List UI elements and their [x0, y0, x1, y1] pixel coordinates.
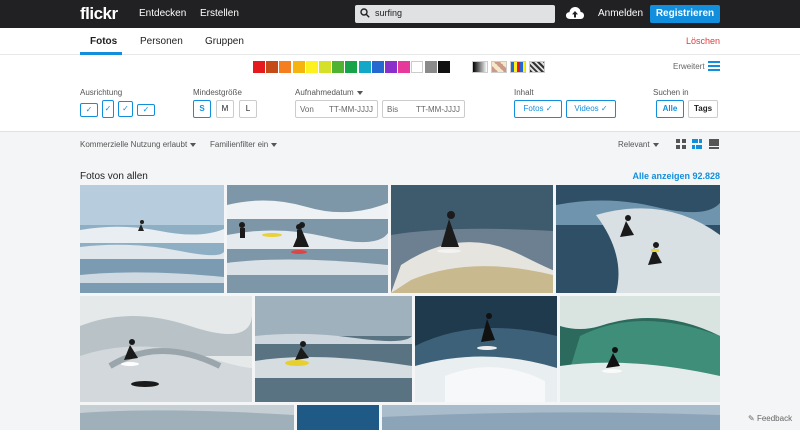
color-swatch[interactable] [385, 61, 397, 73]
sort-label: Relevant [618, 140, 650, 149]
bw-pattern-swatch[interactable] [472, 61, 488, 73]
min-size-label: Mindestgröße [193, 88, 242, 97]
photo-surfer-10[interactable] [297, 405, 379, 430]
pattern-swatch[interactable] [529, 61, 545, 73]
photo-surfer-8[interactable] [560, 296, 720, 402]
color-swatch[interactable] [292, 61, 305, 73]
orientation-panorama[interactable]: ✓ [137, 104, 155, 116]
date-to-label: Bis [387, 105, 399, 114]
color-swatch[interactable] [371, 61, 384, 73]
orientation-landscape[interactable]: ✓ [80, 103, 98, 117]
chevron-down-icon [271, 142, 278, 147]
color-swatch[interactable] [253, 61, 265, 73]
color-swatch[interactable] [437, 61, 450, 73]
content-videos-label: Videos [574, 104, 599, 113]
date-from-label: Von [300, 105, 314, 114]
orientation-square[interactable]: ✓ [118, 101, 133, 117]
orientation-label: Ausrichtung [80, 88, 123, 97]
chevron-down-icon [356, 90, 363, 95]
color-swatch[interactable] [279, 61, 292, 73]
photo-surfer-9[interactable] [80, 405, 294, 430]
color-swatch[interactable] [358, 61, 371, 73]
search-in-tags[interactable]: Tags [688, 100, 718, 118]
date-from-placeholder: TT-MM-JJJJ [329, 105, 373, 114]
family-filter[interactable]: Familienfilter ein [210, 140, 278, 149]
flickr-logo[interactable]: flickr [80, 4, 118, 24]
filter-panel: Fotos Personen Gruppen Löschen Erweitert… [0, 28, 800, 132]
nav-create[interactable]: Erstellen [200, 8, 239, 19]
photo-surfer-6[interactable] [255, 296, 412, 402]
photo-surfer-1[interactable] [80, 185, 224, 293]
photo-surfer-7[interactable] [415, 296, 557, 402]
detail-view-icon[interactable] [709, 139, 719, 149]
grid-view-icon[interactable] [676, 139, 686, 149]
size-large[interactable]: L [239, 100, 257, 118]
active-tab-indicator [80, 52, 122, 55]
date-label[interactable]: Aufnahmedatum [295, 88, 363, 97]
content-photos-toggle[interactable]: Fotos ✓ [514, 100, 562, 118]
photo-surfer-5[interactable] [80, 296, 252, 402]
date-label-text: Aufnahmedatum [295, 88, 354, 97]
color-swatch[interactable] [332, 61, 345, 73]
chevron-down-icon [652, 142, 659, 147]
tab-people[interactable]: Personen [140, 36, 183, 47]
top-bar: flickr Entdecken Erstellen surfing Anmel… [0, 0, 800, 28]
color-swatch[interactable] [411, 61, 424, 73]
shallow-dof-swatch[interactable] [491, 61, 507, 73]
search-input[interactable]: surfing [355, 5, 555, 23]
photo-surfer-11[interactable] [382, 405, 720, 430]
search-tabs: Fotos Personen Gruppen Löschen [0, 28, 800, 55]
size-small[interactable]: S [193, 100, 211, 118]
search-in-all[interactable]: Alle [656, 100, 684, 118]
see-all-link[interactable]: Alle anzeigen 92.828 [632, 171, 720, 181]
menu-icon[interactable] [708, 61, 720, 71]
color-swatch[interactable] [398, 61, 411, 73]
advanced-label[interactable]: Erweitert [673, 62, 705, 71]
commercial-use-filter[interactable]: Kommerzielle Nutzung erlaubt [80, 140, 197, 149]
date-to-field[interactable]: Bis TT-MM-JJJJ [382, 100, 465, 118]
login-link[interactable]: Anmelden [598, 8, 643, 19]
feedback-label: Feedback [756, 414, 793, 423]
search-icon [360, 8, 370, 18]
justified-view-icon[interactable] [692, 139, 702, 149]
chat-icon: ✎ [748, 414, 757, 423]
content-label: Inhalt [514, 88, 534, 97]
color-swatch[interactable] [424, 61, 437, 73]
color-swatch[interactable] [345, 61, 358, 73]
date-to-placeholder: TT-MM-JJJJ [416, 105, 460, 114]
content-photos-label: Fotos [523, 104, 544, 113]
register-button[interactable]: Registrieren [650, 5, 720, 23]
clear-filters-link[interactable]: Löschen [686, 36, 720, 46]
feedback-link[interactable]: ✎ Feedback [748, 414, 792, 423]
tab-photos[interactable]: Fotos [90, 36, 117, 47]
chevron-down-icon [190, 142, 197, 147]
photo-surfer-4[interactable] [556, 185, 720, 293]
search-in-label: Suchen in [653, 88, 689, 97]
photo-surfer-3[interactable] [391, 185, 553, 293]
date-from-field[interactable]: Von TT-MM-JJJJ [295, 100, 378, 118]
color-swatch[interactable] [305, 61, 318, 73]
size-medium[interactable]: M [216, 100, 234, 118]
upload-cloud-icon[interactable] [566, 6, 584, 20]
tab-groups[interactable]: Gruppen [205, 36, 244, 47]
minimal-pattern-swatch[interactable] [510, 61, 526, 73]
nav-explore[interactable]: Entdecken [139, 8, 186, 19]
color-swatch[interactable] [319, 61, 331, 73]
family-filter-label: Familienfilter ein [210, 140, 269, 149]
commercial-use-label: Kommerzielle Nutzung erlaubt [80, 140, 188, 149]
sort-dropdown[interactable]: Relevant [618, 140, 659, 149]
orientation-portrait[interactable]: ✓ [102, 100, 114, 118]
search-value: surfing [375, 8, 403, 18]
color-swatch[interactable] [266, 61, 279, 73]
photo-surfer-2[interactable] [227, 185, 388, 293]
results-title: Fotos von allen [80, 171, 148, 182]
content-videos-toggle[interactable]: Videos ✓ [566, 100, 616, 118]
